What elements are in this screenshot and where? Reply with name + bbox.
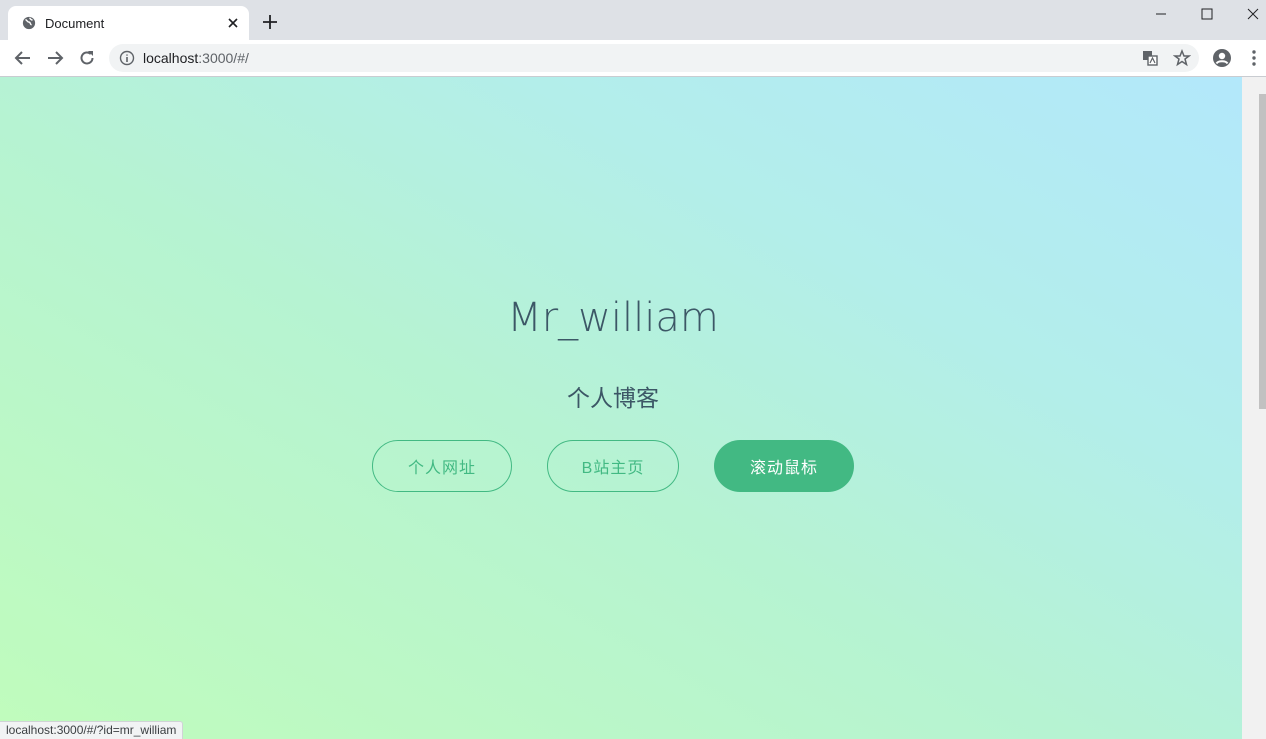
reload-icon[interactable] [77, 48, 97, 68]
scroll-mouse-button[interactable]: 滚动鼠标 [714, 440, 854, 492]
info-icon[interactable] [119, 50, 135, 66]
site-title: Mr_william [507, 295, 719, 341]
account-icon[interactable] [1212, 48, 1232, 68]
browser-toolbar: localhost:3000/#/ [0, 40, 1266, 76]
bilibili-home-button[interactable]: B站主页 [547, 440, 679, 492]
maximize-icon[interactable] [1184, 0, 1230, 28]
window-close-icon[interactable] [1230, 0, 1266, 28]
status-bar-url: localhost:3000/#/?id=mr_william [0, 721, 184, 739]
forward-icon[interactable] [45, 48, 65, 68]
scrollbar-thumb[interactable] [1259, 94, 1266, 409]
url-path: :3000/#/ [198, 50, 249, 66]
globe-icon [22, 16, 36, 30]
translate-icon[interactable] [1140, 48, 1160, 68]
address-bar[interactable]: localhost:3000/#/ [109, 44, 1199, 72]
site-subtitle: 个人博客 [567, 385, 659, 411]
personal-site-button[interactable]: 个人网址 [372, 440, 512, 492]
tab-strip: Document [0, 0, 1266, 40]
url-host: localhost [143, 50, 199, 66]
back-icon[interactable] [13, 48, 33, 68]
url-text: localhost:3000/#/ [143, 50, 249, 66]
page-viewport: Mr_william 个人博客 个人网址 B站主页 滚动鼠标 [0, 77, 1242, 739]
browser-tab[interactable]: Document [8, 6, 249, 40]
plus-icon[interactable] [261, 13, 279, 31]
minimize-icon[interactable] [1138, 0, 1184, 28]
star-icon[interactable] [1172, 48, 1192, 68]
tab-title: Document [45, 16, 105, 31]
close-icon[interactable] [225, 15, 241, 31]
page-scrollbar[interactable] [1242, 77, 1266, 739]
more-icon[interactable] [1244, 48, 1264, 68]
